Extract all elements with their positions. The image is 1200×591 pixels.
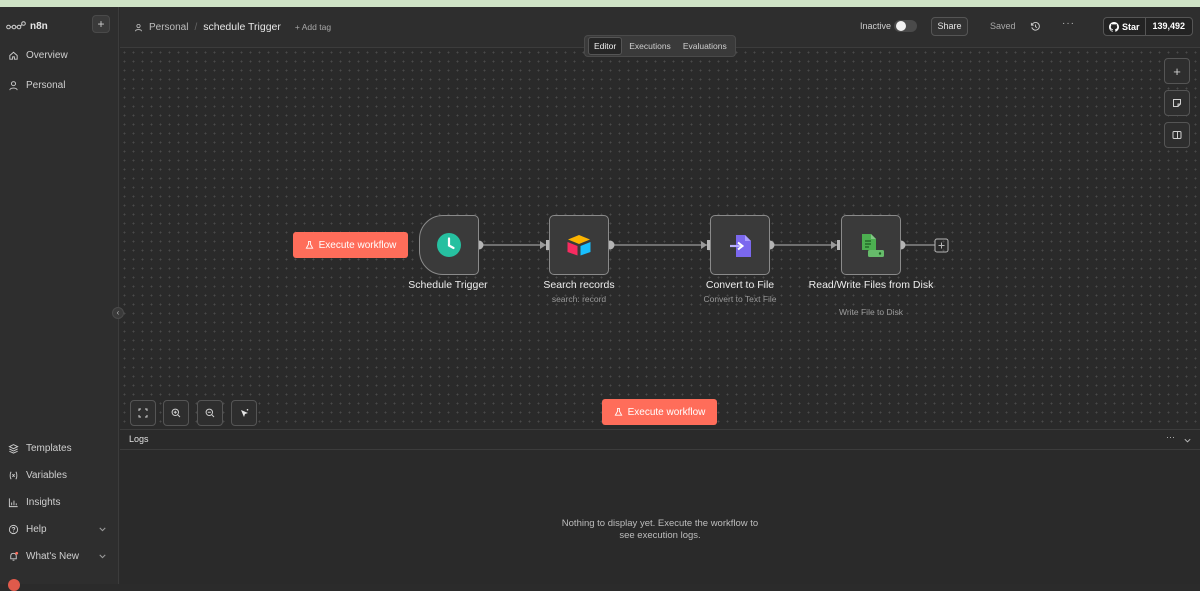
- share-button[interactable]: Share: [931, 17, 968, 36]
- activation-toggle[interactable]: [894, 20, 917, 32]
- sidebar-item-label: Help: [26, 523, 47, 535]
- zoom-out-button[interactable]: [197, 400, 223, 426]
- chevron-down-icon[interactable]: [1183, 436, 1192, 445]
- node-subtitle: Write File to Disk: [838, 307, 904, 317]
- node-convert-to-file[interactable]: [710, 215, 770, 275]
- sidebar-item-label: Templates: [26, 442, 72, 454]
- fit-view-icon: [138, 408, 148, 418]
- sidebar-item-label: Personal: [26, 79, 66, 91]
- user-icon: [135, 23, 142, 31]
- sidebar-item-personal[interactable]: Personal: [8, 76, 108, 94]
- zoom-in-icon: [171, 408, 181, 418]
- tidy-up-button[interactable]: [231, 400, 257, 426]
- create-new-button[interactable]: +: [92, 15, 110, 33]
- flask-icon: [614, 407, 623, 416]
- activation-status: Inactive: [860, 21, 892, 31]
- node-read-write-files[interactable]: [841, 215, 901, 275]
- sidebar-item-label: Insights: [26, 496, 61, 508]
- logs-title: Logs: [129, 434, 149, 444]
- view-tabs: Editor Executions Evaluations: [584, 35, 736, 57]
- execute-workflow-button[interactable]: Execute workflow: [602, 399, 717, 425]
- airtable-icon: [567, 235, 591, 256]
- sidebar-item-label: Variables: [26, 469, 67, 481]
- tab-evaluations[interactable]: Evaluations: [678, 38, 732, 54]
- sidebar-item-variables[interactable]: Variables: [8, 466, 108, 484]
- add-tag-button[interactable]: + Add tag: [295, 22, 331, 32]
- more-options-button[interactable]: ···: [1062, 18, 1075, 29]
- sidebar-item-whats-new[interactable]: What's New: [8, 547, 108, 565]
- templates-icon: [8, 443, 19, 454]
- browser-top-strip: [0, 0, 1200, 7]
- variables-icon: [9, 471, 18, 479]
- history-icon[interactable]: [1030, 21, 1041, 32]
- node-connections: [474, 238, 949, 253]
- brand-logo[interactable]: n8n: [6, 19, 48, 33]
- brand-name: n8n: [30, 20, 48, 32]
- node-title: Read/Write Files from Disk: [808, 279, 934, 291]
- node-title: Schedule Trigger: [408, 279, 488, 291]
- bell-icon: [10, 551, 19, 561]
- insights-icon: [8, 497, 18, 507]
- n8n-app: n8n + Overview Personal Templates Variab…: [0, 7, 1200, 591]
- sidebar-item-help[interactable]: Help: [8, 520, 108, 538]
- convert-file-icon: [730, 235, 751, 257]
- node-schedule-trigger[interactable]: [419, 215, 479, 275]
- sidebar-item-overview[interactable]: Overview: [8, 46, 108, 64]
- node-subtitle: Convert to Text File: [703, 294, 777, 304]
- workflow-name[interactable]: schedule Trigger: [203, 21, 281, 33]
- breadcrumb: Personal / schedule Trigger + Add tag: [134, 21, 331, 33]
- github-star-count: 139,492: [1152, 21, 1186, 31]
- disk-file-icon: [862, 234, 884, 257]
- saved-status: Saved: [990, 21, 1016, 31]
- sidebar: n8n + Overview Personal Templates Variab…: [0, 7, 119, 591]
- chevron-down-icon: [99, 554, 106, 559]
- breadcrumb-separator: /: [194, 21, 198, 33]
- toggle-knob: [896, 21, 906, 31]
- home-icon: [9, 51, 18, 60]
- user-icon: [9, 80, 18, 90]
- zoom-in-button[interactable]: [163, 400, 189, 426]
- collapse-sidebar-button[interactable]: ‹: [112, 307, 124, 319]
- node-title: Convert to File: [705, 279, 775, 291]
- node-title: Search records: [543, 279, 615, 291]
- sidebar-item-templates[interactable]: Templates: [8, 439, 108, 457]
- avatar[interactable]: [8, 579, 20, 591]
- workflow-canvas[interactable]: Editor Executions Evaluations + Execute …: [120, 35, 1200, 429]
- fit-view-button[interactable]: [130, 400, 156, 426]
- clock-icon: [437, 233, 461, 257]
- github-star-button[interactable]: Star 139,492: [1103, 17, 1194, 36]
- n8n-logo-icon: [6, 21, 26, 30]
- node-search-records[interactable]: [549, 215, 609, 275]
- breadcrumb-project[interactable]: Personal: [149, 22, 188, 33]
- zoom-out-icon: [205, 408, 215, 418]
- chevron-down-icon: [99, 527, 106, 532]
- help-icon: [8, 524, 19, 534]
- github-star-label: Star: [1104, 18, 1146, 35]
- node-subtitle: search: record: [551, 294, 607, 304]
- github-icon: [1109, 21, 1119, 32]
- sidebar-item-label: What's New: [26, 550, 80, 562]
- logs-empty-message: Nothing to display yet. Execute the work…: [561, 518, 759, 541]
- cursor-sparkle-icon: [240, 408, 248, 417]
- logs-header[interactable]: Logs ···: [120, 430, 1200, 450]
- sidebar-item-insights[interactable]: Insights: [8, 493, 108, 511]
- logs-more-button[interactable]: ···: [1166, 432, 1175, 442]
- tab-executions[interactable]: Executions: [624, 38, 676, 54]
- tab-editor[interactable]: Editor: [588, 37, 623, 55]
- sidebar-item-label: Overview: [26, 49, 68, 61]
- logs-panel: Logs ··· Nothing to display yet. Execute…: [120, 429, 1200, 584]
